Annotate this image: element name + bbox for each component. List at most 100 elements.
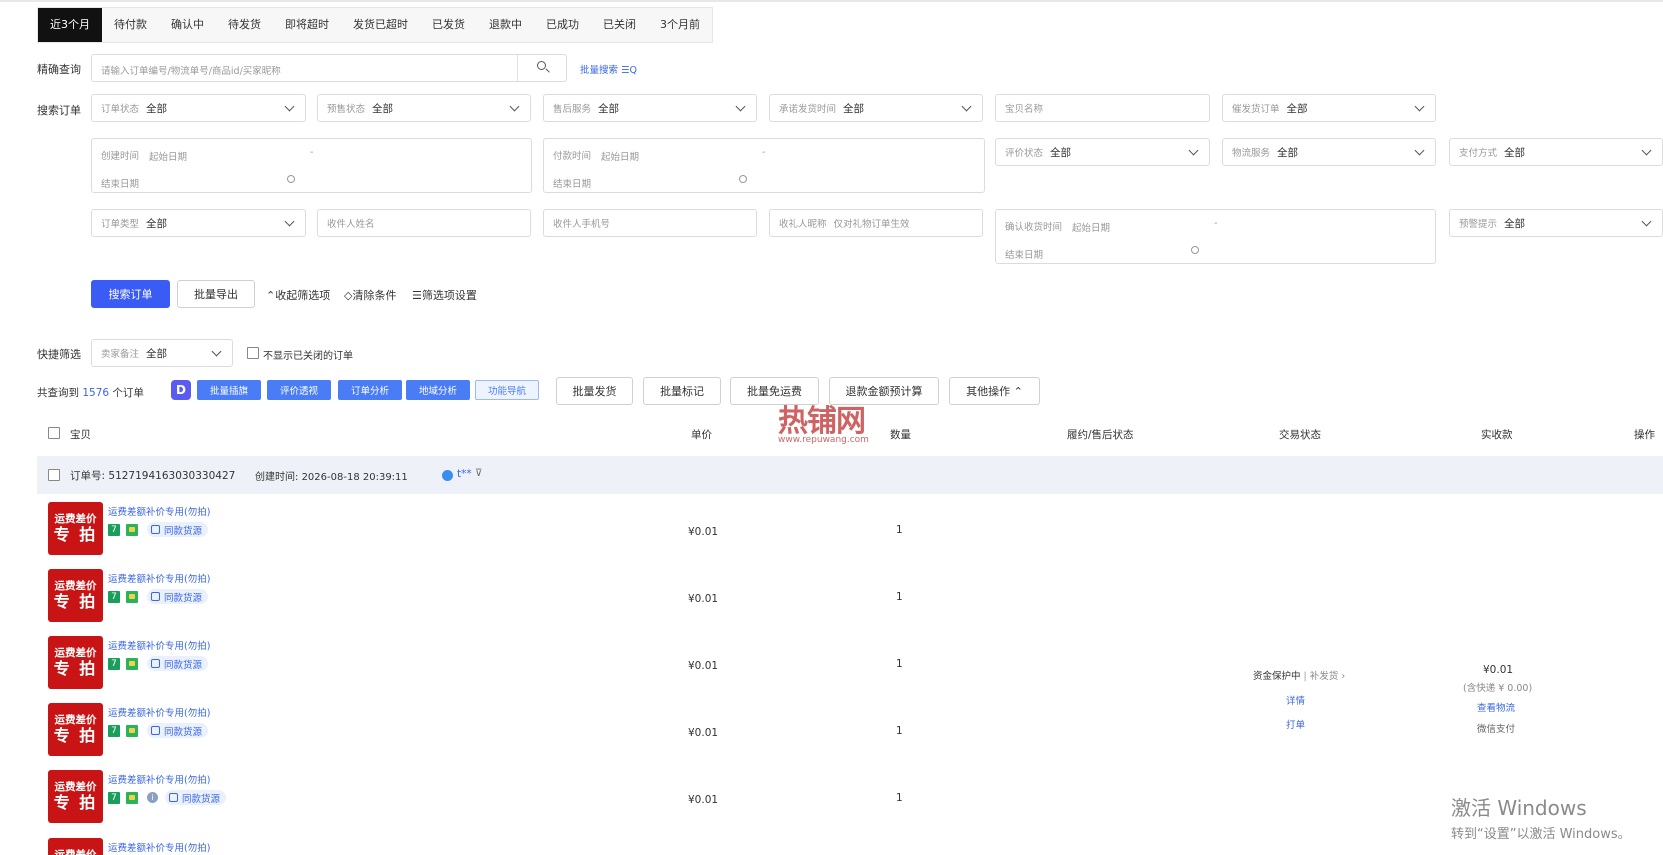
- tab-succeeded[interactable]: 已成功: [534, 8, 591, 42]
- recipient-phone-input[interactable]: 收件人手机号: [543, 209, 757, 237]
- tab-confirming[interactable]: 确认中: [159, 8, 216, 42]
- product-name-link[interactable]: 运费差额补价专用(勿拍): [108, 840, 210, 854]
- create-end-date[interactable]: 结束日期: [101, 176, 139, 190]
- clear-filters-link[interactable]: ◇清除条件: [344, 287, 396, 303]
- review-insight-button[interactable]: 评价透视: [267, 380, 331, 400]
- unit-price: ¥0.01: [688, 593, 719, 605]
- batch-flag-button[interactable]: 批量插旗: [197, 380, 261, 400]
- fund-protection-status: 资金保护中 | 补发货 ›: [1253, 671, 1346, 682]
- seven-day-return-icon: 7: [108, 591, 120, 603]
- seven-day-return-icon: 7: [108, 658, 120, 670]
- chevron-down-icon: [211, 346, 222, 357]
- hide-closed-label: 不显示已关闭的订单: [263, 351, 353, 362]
- warning-select[interactable]: 预警提示 全部: [1449, 209, 1663, 237]
- logistics-service-select[interactable]: 物流服务 全部: [1222, 138, 1436, 166]
- filter-icon[interactable]: ⊽: [475, 468, 482, 479]
- calendar-icon: [1191, 246, 1199, 254]
- recipient-name-input[interactable]: 收件人姓名: [317, 209, 531, 237]
- product-name-link[interactable]: 运费差额补价专用(勿拍): [108, 772, 210, 786]
- filter-settings-link[interactable]: ☰筛选项设置: [412, 287, 477, 303]
- info-icon[interactable]: i: [147, 792, 158, 803]
- product-image[interactable]: 运费差价专 拍: [48, 636, 103, 689]
- seller-note-select[interactable]: 卖家备注 全部: [91, 339, 233, 367]
- tab-closed[interactable]: 已关闭: [591, 8, 648, 42]
- after-sale-select[interactable]: 售后服务 全部: [543, 94, 757, 122]
- confirm-receipt-range[interactable]: 确认收货时间 起始日期 - 结束日期: [995, 209, 1436, 264]
- order-header: 订单号: 5127194163030330427 创建时间: 2026-08-1…: [37, 456, 1663, 494]
- collapse-filters-link[interactable]: ⌃收起筛选项: [266, 287, 330, 303]
- tab-to-ship[interactable]: 待发货: [216, 8, 273, 42]
- product-image[interactable]: 运费差价专 拍: [48, 703, 103, 756]
- chevron-down-icon: [1414, 145, 1425, 156]
- tab-refunding[interactable]: 退款中: [477, 8, 534, 42]
- source-icon: [151, 525, 160, 534]
- buyer-name[interactable]: t**: [457, 468, 472, 480]
- product-name-link[interactable]: 运费差额补价专用(勿拍): [108, 638, 210, 652]
- product-image[interactable]: 运费差价专 拍: [48, 770, 103, 823]
- pay-start-date[interactable]: 起始日期: [601, 149, 639, 163]
- feature-nav-button[interactable]: 功能导航: [475, 380, 539, 400]
- same-source-tag[interactable]: 同款货源: [147, 522, 209, 537]
- same-source-tag[interactable]: 同款货源: [147, 589, 209, 604]
- same-source-tag[interactable]: 同款货源: [147, 723, 209, 738]
- batch-free-shipping-button[interactable]: 批量免运费: [730, 377, 819, 405]
- batch-export-button[interactable]: 批量导出: [177, 280, 255, 308]
- print-order-link[interactable]: 打单: [1286, 717, 1305, 731]
- product-name-link[interactable]: 运费差额补价专用(勿拍): [108, 705, 210, 719]
- more-actions-button[interactable]: 其他操作 ⌃: [949, 377, 1040, 405]
- quality-badge-icon: [126, 658, 138, 670]
- quality-badge-icon: [126, 591, 138, 603]
- product-image[interactable]: 运费差价专 拍: [48, 502, 103, 555]
- source-icon: [169, 793, 178, 802]
- view-logistics-link[interactable]: 查看物流: [1477, 700, 1515, 714]
- batch-ship-button[interactable]: 批量发货: [556, 377, 633, 405]
- pay-end-date[interactable]: 结束日期: [553, 176, 591, 190]
- confirm-start-date[interactable]: 起始日期: [1072, 220, 1110, 234]
- product-name-link[interactable]: 运费差额补价专用(勿拍): [108, 504, 210, 518]
- order-number: 5127194163030330427: [108, 470, 236, 482]
- promised-ship-time-select[interactable]: 承诺发货时间 全部: [769, 94, 983, 122]
- tab-before-3-months[interactable]: 3个月前: [648, 8, 712, 42]
- tab-about-timeout[interactable]: 即将超时: [273, 8, 341, 42]
- hide-closed-checkbox[interactable]: [247, 347, 259, 359]
- col-paid: 实收款: [1481, 429, 1513, 441]
- tab-ship-timeout[interactable]: 发货已超时: [341, 8, 420, 42]
- shipping-fee: (含快递 ¥ 0.00): [1463, 683, 1533, 694]
- create-start-date[interactable]: 起始日期: [149, 149, 187, 163]
- review-status-select[interactable]: 评价状态 全部: [995, 138, 1210, 166]
- select-all-checkbox[interactable]: [48, 427, 60, 439]
- order-create-time: 2026-08-18 20:39:11: [301, 472, 408, 483]
- urge-ship-select[interactable]: 催发货订单 全部: [1222, 94, 1436, 122]
- tab-recent-3-months[interactable]: 近3个月: [38, 8, 102, 42]
- gift-recipient-input[interactable]: 收礼人昵称 仅对礼物订单生效: [769, 209, 983, 237]
- confirm-end-date[interactable]: 结束日期: [1005, 247, 1043, 261]
- batch-mark-button[interactable]: 批量标记: [643, 377, 721, 405]
- order-status-select[interactable]: 订单状态 全部: [91, 94, 306, 122]
- same-source-tag[interactable]: 同款货源: [165, 790, 227, 805]
- same-source-tag[interactable]: 同款货源: [147, 656, 209, 671]
- create-time-range[interactable]: 创建时间 起始日期 - 结束日期: [91, 138, 532, 193]
- search-button[interactable]: [517, 55, 566, 81]
- presale-status-select[interactable]: 预售状态 全部: [317, 94, 531, 122]
- detail-link[interactable]: 详情: [1286, 693, 1305, 707]
- product-image[interactable]: 运费差价专 拍: [48, 569, 103, 622]
- tab-pending-payment[interactable]: 待付款: [102, 8, 159, 42]
- reissue-link[interactable]: 补发货: [1310, 671, 1339, 682]
- tab-shipped[interactable]: 已发货: [420, 8, 477, 42]
- col-quantity: 数量: [890, 429, 911, 441]
- app-logo-icon[interactable]: D: [171, 380, 191, 400]
- pay-time-range[interactable]: 付款时间 起始日期 - 结束日期: [543, 138, 985, 193]
- refund-estimate-button[interactable]: 退款金额预计算: [829, 377, 939, 405]
- windows-activation-notice: 激活 Windows 转到“设置”以激活 Windows。: [1451, 796, 1631, 842]
- order-type-select[interactable]: 订单类型 全部: [91, 209, 306, 237]
- product-image[interactable]: 运费差价专 拍: [48, 838, 103, 855]
- item-name-input[interactable]: 宝贝名称: [995, 94, 1210, 122]
- region-analysis-button[interactable]: 地域分析: [406, 380, 470, 400]
- search-orders-button[interactable]: 搜索订单: [91, 280, 170, 308]
- order-checkbox[interactable]: [48, 469, 60, 481]
- order-analysis-button[interactable]: 订单分析: [338, 380, 402, 400]
- product-name-link[interactable]: 运费差额补价专用(勿拍): [108, 571, 210, 585]
- precise-search-input[interactable]: 请输入订单编号/物流单号/商品id/买家昵称: [91, 54, 567, 82]
- batch-search-link[interactable]: 批量搜索 ☰Q: [580, 62, 637, 76]
- payment-method-select[interactable]: 支付方式 全部: [1449, 138, 1663, 166]
